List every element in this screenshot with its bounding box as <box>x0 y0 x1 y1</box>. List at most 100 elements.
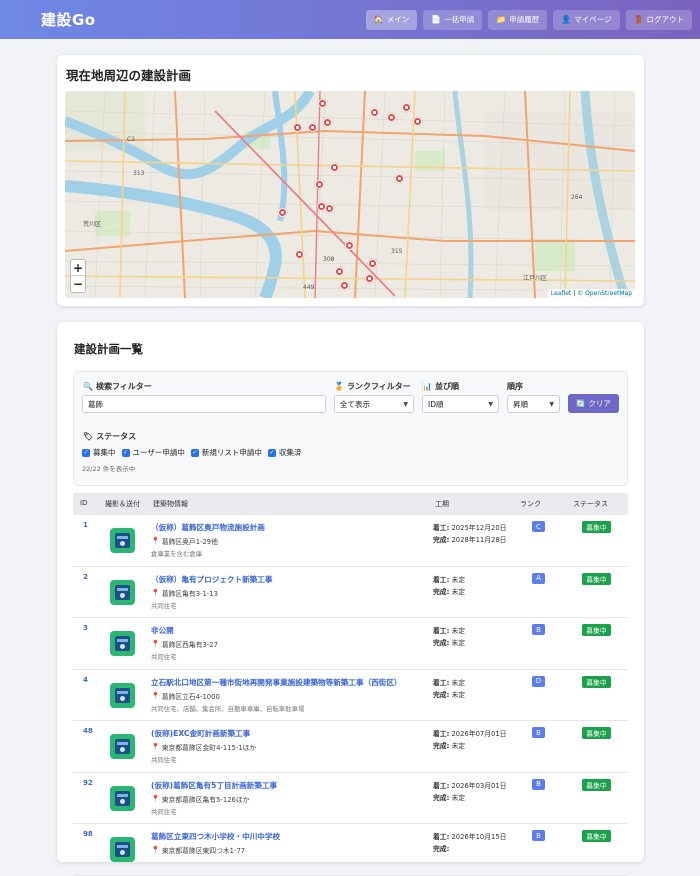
plan-list-card: 建設計画一覧 🔍 検索フィルター 葛飾 🏅 ランクフィルター 全て表示 ▼ 📊 並び順 … <box>57 322 644 876</box>
map-marker-icon[interactable] <box>323 118 332 127</box>
rank-badge: B <box>532 624 545 635</box>
map-marker-icon[interactable] <box>278 208 287 217</box>
building-address: 📍 東京都葛飾区金町4-115-1ほか <box>151 743 257 752</box>
zoom-control: + − <box>70 259 86 293</box>
leaflet-link[interactable]: Leaflet <box>551 290 571 297</box>
zoom-in-button[interactable]: + <box>71 260 85 276</box>
map-marker-icon[interactable] <box>295 250 304 259</box>
map-marker-icon[interactable] <box>335 267 344 276</box>
status-checkboxes: ✓ 募集中 ✓ ユーザー申請中 ✓ 新規リスト申請中 ✓ 収集済 <box>82 447 301 458</box>
map-marker-icon[interactable] <box>293 123 302 132</box>
table-row[interactable]: 2 （仮称）亀有プロジェクト新築工事 📍 葛飾区亀有3-1-13 共同住宅 着工: 未定完… <box>73 567 628 618</box>
table-row[interactable]: 4 立石駅北口地区第一種市街地再開発事業施設建築物等新築工事（西街区） 📍 葛飾区立石… <box>73 670 628 721</box>
row-id[interactable]: 1 <box>83 521 88 529</box>
row-id[interactable]: 2 <box>83 573 88 581</box>
map-marker-icon[interactable] <box>340 281 349 290</box>
building-name-link[interactable]: (仮称)葛飾区亀有5丁目計画新築工事 <box>151 780 277 791</box>
camera-send-button[interactable] <box>110 785 135 811</box>
start-date: 未定 <box>451 575 466 584</box>
row-id[interactable]: 3 <box>83 624 88 632</box>
status-badge: 募集中 <box>582 624 611 636</box>
col-status[interactable]: ステータス <box>573 499 608 509</box>
nav-mypage-button[interactable]: 👤 マイページ <box>553 9 620 30</box>
camera-send-button[interactable] <box>110 528 135 553</box>
map-title: 現在地周辺の建設計画 <box>66 68 192 83</box>
checkbox-checked-icon[interactable]: ✓ <box>267 448 276 457</box>
osm-link[interactable]: © OpenStreetMap <box>577 290 632 297</box>
camera-send-button[interactable] <box>110 631 135 656</box>
map-marker-icon[interactable] <box>325 204 334 213</box>
map-marker-icon[interactable] <box>387 113 396 122</box>
map-marker-icon[interactable] <box>318 99 327 108</box>
status-check-new-list[interactable]: ✓ 新規リスト申請中 <box>190 447 262 458</box>
row-id[interactable]: 92 <box>83 779 93 787</box>
search-input[interactable]: 葛飾 <box>82 395 326 413</box>
building-name-link[interactable]: 立石駅北口地区第一種市街地再開発事業施設建築物等新築工事（西街区） <box>151 677 402 688</box>
table-row[interactable]: 48 (仮称)EXC金町計画新築工事 📍 東京都葛飾区金町4-115-1ほか 共同住宅 着… <box>73 721 628 773</box>
rank-badge: B <box>532 727 545 738</box>
col-building[interactable]: 建築物情報 <box>153 499 188 509</box>
camera-send-button[interactable] <box>110 682 135 708</box>
map-marker-icon[interactable] <box>330 163 339 172</box>
checkbox-checked-icon[interactable]: ✓ <box>82 448 90 457</box>
clear-button[interactable]: 🔄 クリア <box>568 394 619 413</box>
building-name-link[interactable]: 葛飾区立東四つ木小学校・中川中学校 <box>151 831 280 842</box>
map-marker-icon[interactable] <box>370 108 379 117</box>
status-check-user-applying[interactable]: ✓ ユーザー申請中 <box>121 447 185 458</box>
location-pin-icon: 📍 <box>151 846 160 854</box>
result-count: 22/22 件を表示中 <box>82 465 136 473</box>
building-name-link[interactable]: （仮称）葛飾区奥戸物流施設計画 <box>151 522 265 533</box>
checkbox-checked-icon[interactable]: ✓ <box>121 448 130 457</box>
map-marker-icon[interactable] <box>413 117 422 126</box>
checkbox-checked-icon[interactable]: ✓ <box>190 448 199 457</box>
chevron-down-icon: ▼ <box>488 400 493 408</box>
table-row[interactable]: 1 （仮称）葛飾区奥戸物流施設計画 📍 葛飾区奥戸1-29他 倉庫業を含む倉庫 着工: 2… <box>73 515 628 567</box>
map-marker-icon[interactable] <box>308 123 317 132</box>
nav-logout-button[interactable]: 🚪 ログアウト <box>625 9 692 30</box>
row-id[interactable]: 4 <box>83 676 88 684</box>
nav-main-button[interactable]: 🏠 メイン <box>365 9 418 30</box>
camera-send-button[interactable] <box>110 734 135 759</box>
map-marker-icon[interactable] <box>395 174 404 183</box>
col-period[interactable]: 工期 <box>435 499 449 509</box>
attribution-separator: | <box>573 290 576 297</box>
col-rank[interactable]: ランク <box>520 499 541 509</box>
building-use: 共同住宅 <box>151 756 177 764</box>
order-select[interactable]: 昇順 ▼ <box>507 395 560 413</box>
map-marker-icon[interactable] <box>345 241 354 250</box>
building-photo-icon <box>115 636 130 651</box>
building-name-link[interactable]: （仮称）亀有プロジェクト新築工事 <box>151 574 273 585</box>
nav-history-button[interactable]: 📁 申請履歴 <box>488 9 548 30</box>
building-name-link[interactable]: 非公開 <box>151 625 174 636</box>
end-label: 完成: <box>433 793 450 802</box>
start-date: 2026年10月15日 <box>451 833 507 841</box>
status-check-collected[interactable]: ✓ 収集済 <box>267 447 301 458</box>
camera-send-button[interactable] <box>110 579 135 605</box>
row-id[interactable]: 98 <box>83 830 93 838</box>
col-photo[interactable]: 撮影＆送付 <box>105 499 140 509</box>
col-id[interactable]: ID <box>80 499 87 507</box>
app-logo[interactable]: 建設Go <box>41 9 96 30</box>
row-id[interactable]: 48 <box>83 727 93 735</box>
rank-filter-select[interactable]: 全て表示 ▼ <box>334 395 414 413</box>
map-marker-icon[interactable] <box>365 274 374 283</box>
zoom-out-button[interactable]: − <box>71 276 85 292</box>
table-row[interactable]: 3 非公開 📍 葛飾区西亀有3-27 共同住宅 着工: 未定 完成: 未定 B 募集中 <box>73 618 628 670</box>
map-marker-icon[interactable] <box>402 103 411 112</box>
sort-select[interactable]: ID順 ▼ <box>422 395 499 413</box>
location-pin-icon: 📍 <box>151 743 160 751</box>
map-marker-icon[interactable] <box>368 259 377 268</box>
map-marker-icon[interactable] <box>315 180 324 189</box>
rank-badge: B <box>532 830 545 841</box>
map-label: 315 <box>391 248 403 255</box>
map-label: 264 <box>571 194 583 201</box>
building-name-link[interactable]: (仮称)EXC金町計画新築工事 <box>151 728 250 739</box>
nav-bulk-apply-button[interactable]: 📄 一括申請 <box>423 9 483 30</box>
status-check-recruiting[interactable]: ✓ 募集中 <box>82 447 116 458</box>
status-badge: 募集中 <box>582 521 611 533</box>
status-badge: 募集中 <box>582 572 611 585</box>
start-date: 2025年12月20日 <box>451 524 507 532</box>
table-row[interactable]: 92 (仮称)葛飾区亀有5丁目計画新築工事 📍 東京都葛飾区亀有5-126ほか 共同住宅… <box>73 773 628 824</box>
building-photo-icon <box>115 739 130 754</box>
map-view[interactable]: 荒川区 C2 313 315 308 449 264 江戸川区 + − Leaf… <box>65 91 635 298</box>
